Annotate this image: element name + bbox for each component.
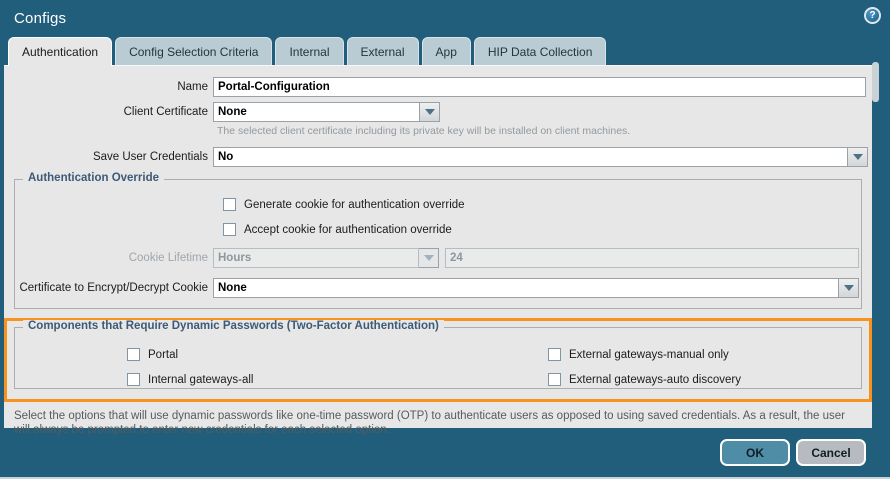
chevron-down-icon [424,109,435,115]
external-gateways-manual-checkbox[interactable] [548,348,561,361]
chevron-down-icon [843,285,854,291]
client-certificate-select[interactable]: None [213,102,420,122]
internal-gateways-all-label: Internal gateways-all [148,373,254,386]
save-user-credentials-dropdown-button[interactable] [848,147,868,167]
name-label: Name [177,81,208,93]
authentication-override-legend: Authentication Override [23,172,164,184]
cert-encrypt-cookie-select[interactable]: None [213,278,839,298]
external-gateways-auto-checkbox[interactable] [548,373,561,386]
tab-bar: Authentication Config Selection Criteria… [8,37,870,66]
configs-dialog: Configs ? Authentication Config Selectio… [0,0,890,479]
client-certificate-dropdown-button[interactable] [420,102,440,122]
cookie-lifetime-label: Cookie Lifetime [128,252,208,264]
client-certificate-hint: The selected client certificate includin… [217,125,631,137]
accept-cookie-label: Accept cookie for authentication overrid… [244,223,452,236]
dynamic-passwords-legend: Components that Require Dynamic Password… [23,320,444,332]
cookie-lifetime-unit-value: Hours [218,252,252,264]
cert-encrypt-cookie-dropdown-button[interactable] [839,278,859,298]
generate-cookie-checkbox[interactable] [223,198,236,211]
save-user-credentials-label: Save User Credentials [92,151,208,163]
cookie-lifetime-dropdown-button [419,248,439,268]
cookie-lifetime-number-input: 24 [445,248,859,268]
cancel-button[interactable]: Cancel [796,439,866,466]
name-input[interactable] [213,77,866,97]
cert-encrypt-cookie-label: Certificate to Encrypt/Decrypt Cookie [19,282,208,294]
authentication-override-group: Authentication Override Generate cookie … [14,172,862,309]
external-gateways-manual-label: External gateways-manual only [569,348,729,361]
authentication-panel: Name Client Certificate None The selecte… [4,65,872,436]
tab-internal[interactable]: Internal [275,37,344,65]
title-bar: Configs ? [0,0,890,36]
tab-authentication[interactable]: Authentication [8,37,113,66]
chevron-down-icon [852,154,863,160]
ok-button[interactable]: OK [720,439,790,466]
help-icon[interactable]: ? [864,7,881,24]
tab-external[interactable]: External [346,37,419,65]
cookie-lifetime-number-value: 24 [450,252,463,264]
dynamic-passwords-group: Components that Require Dynamic Password… [14,320,862,389]
external-gateways-auto-label: External gateways-auto discovery [569,373,741,386]
save-user-credentials-select[interactable]: No [213,147,848,167]
dynamic-passwords-note: Select the options that will use dynamic… [14,410,845,436]
cookie-lifetime-unit-select: Hours [213,248,419,268]
tab-app[interactable]: App [421,37,471,65]
client-certificate-value: None [218,106,247,118]
generate-cookie-label: Generate cookie for authentication overr… [244,198,465,211]
cert-encrypt-cookie-value: None [218,282,247,294]
dialog-title: Configs [14,9,67,27]
tab-config-selection-criteria[interactable]: Config Selection Criteria [115,37,273,65]
dynamic-passwords-highlight: Components that Require Dynamic Password… [4,318,872,402]
vertical-scrollbar-thumb[interactable] [872,62,879,102]
save-user-credentials-value: No [218,151,234,163]
tab-hip-data-collection[interactable]: HIP Data Collection [473,37,607,65]
client-certificate-label: Client Certificate [123,106,208,118]
portal-checkbox[interactable] [127,348,140,361]
chevron-down-icon [423,255,434,261]
internal-gateways-all-checkbox[interactable] [127,373,140,386]
accept-cookie-checkbox[interactable] [223,223,236,236]
portal-label: Portal [148,348,179,361]
